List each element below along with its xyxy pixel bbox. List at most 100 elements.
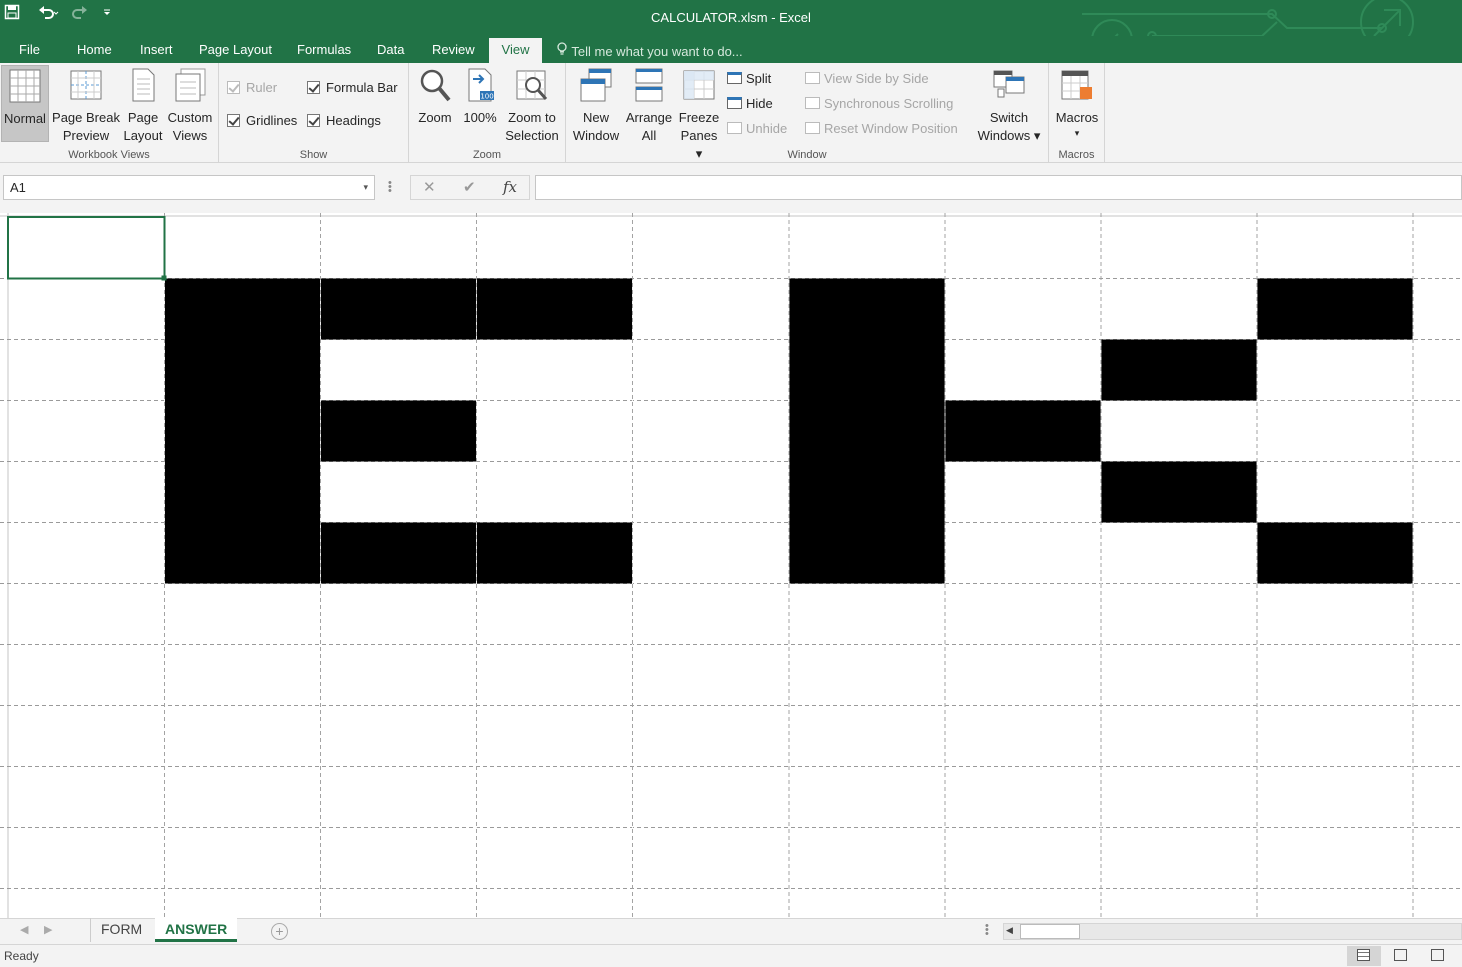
normal-view-button[interactable]: Normal	[1, 65, 49, 142]
insert-function-icon[interactable]: fx	[503, 178, 517, 196]
view-side-by-side-label: View Side by Side	[824, 71, 929, 86]
group-zoom: Zoom 100 100% Zoom to Selection Zoom	[409, 63, 566, 163]
ruler-checkbox[interactable]: Ruler	[227, 80, 277, 95]
sheet-tab-form[interactable]: FORM	[90, 918, 152, 942]
unhide-button[interactable]: Unhide	[727, 121, 787, 136]
hide-icon	[727, 97, 742, 109]
ruler-label: Ruler	[246, 80, 278, 95]
formula-input[interactable]	[535, 175, 1462, 200]
custom-views-button[interactable]: Custom Views	[165, 65, 215, 145]
page-break-preview-button[interactable]: Page Break Preview	[51, 65, 121, 145]
name-box[interactable]: A1 ▾	[3, 175, 375, 200]
page-layout-status-button[interactable]	[1384, 946, 1418, 966]
hide-button[interactable]: Hide	[727, 96, 773, 111]
zoom-button[interactable]: Zoom	[413, 65, 457, 127]
normal-view-label: Normal	[4, 111, 46, 126]
synchronous-scrolling-button[interactable]: Synchronous Scrolling	[805, 96, 953, 111]
tab-formulas[interactable]: Formulas	[287, 38, 361, 63]
custom-views-label-1: Custom	[167, 110, 213, 125]
formula-bar-checkbox[interactable]: Formula Bar	[307, 80, 398, 95]
status-bar: Ready	[0, 944, 1462, 967]
macros-label-1: Macros	[1055, 110, 1099, 125]
chevron-down-icon[interactable]: ▾	[363, 176, 368, 199]
custom-views-label-2: Views	[172, 128, 208, 143]
new-window-button[interactable]: New Window	[568, 65, 624, 145]
switch-windows-label-2: Windows ▾	[977, 128, 1041, 143]
filled-cell	[320, 278, 477, 340]
filled-cell	[789, 400, 945, 462]
page-break-label-2: Preview	[62, 128, 110, 143]
filled-cell	[945, 400, 1101, 462]
filled-cell	[476, 278, 633, 340]
worksheet-grid[interactable]	[0, 213, 1462, 918]
zoom-100-label: 100%	[463, 110, 497, 125]
unhide-label: Unhide	[746, 121, 788, 136]
formula-bar-label: Formula Bar	[326, 80, 398, 95]
tab-split-handle-icon[interactable]: • • •	[985, 921, 989, 940]
filled-cell	[164, 400, 321, 462]
switch-windows-button[interactable]: Switch Windows ▾	[973, 65, 1045, 145]
tab-data[interactable]: Data	[367, 38, 414, 63]
hide-label: Hide	[746, 96, 773, 111]
zoom-selection-icon	[515, 67, 549, 103]
headings-checkbox[interactable]: Headings	[307, 113, 381, 128]
tab-file[interactable]: File	[9, 38, 50, 63]
normal-view-status-button[interactable]	[1347, 946, 1381, 966]
cell-grid[interactable]	[0, 213, 1462, 918]
split-button[interactable]: Split	[727, 71, 771, 86]
horizontal-scrollbar[interactable]: ◀	[1003, 923, 1462, 940]
group-workbook-views: Normal Page Break Preview Page Layout Cu…	[0, 63, 219, 163]
group-label-window: Window	[787, 149, 827, 161]
tell-me-search[interactable]: Tell me what you want to do...	[556, 42, 743, 59]
group-window: New Window Arrange All Freeze Panes ▾ Sp…	[566, 63, 1049, 163]
arrange-all-button[interactable]: Arrange All	[624, 65, 674, 145]
switch-windows-icon	[992, 67, 1026, 103]
tab-home[interactable]: Home	[67, 38, 122, 63]
tab-insert[interactable]: Insert	[130, 38, 183, 63]
zoom-to-selection-button[interactable]: Zoom to Selection	[502, 65, 562, 145]
gridlines-label: Gridlines	[246, 113, 298, 128]
filled-cell	[476, 522, 633, 584]
filled-cell	[164, 522, 321, 584]
cancel-icon[interactable]: ✕	[423, 178, 436, 196]
tell-me-text: Tell me what you want to do...	[571, 44, 743, 59]
ribbon-tabs: File Home Insert Page Layout Formulas Da…	[0, 36, 1462, 63]
enter-icon[interactable]: ✔	[463, 178, 476, 196]
tab-review[interactable]: Review	[422, 38, 485, 63]
scroll-right-icon[interactable]: ▶	[44, 923, 52, 936]
macros-button[interactable]: Macros ▾	[1053, 65, 1101, 139]
page-layout-icon	[126, 67, 160, 103]
formula-bar: A1 ▾ • • • ✕ ✔ fx	[0, 163, 1462, 213]
gridlines-checkbox[interactable]: Gridlines	[227, 113, 297, 128]
status-ready: Ready	[4, 949, 39, 963]
group-label-workbook-views: Workbook Views	[68, 149, 150, 161]
tab-page-layout[interactable]: Page Layout	[189, 38, 282, 63]
arrange-all-label-2: All	[641, 128, 657, 143]
switch-windows-label-1: Switch	[989, 110, 1029, 125]
filled-cell	[789, 339, 945, 401]
page-layout-view-button[interactable]: Page Layout	[123, 65, 163, 145]
freeze-panes-icon	[682, 67, 716, 103]
reset-window-position-button[interactable]: Reset Window Position	[805, 121, 958, 136]
zoom-100-button[interactable]: 100 100%	[459, 65, 501, 127]
add-sheet-icon[interactable]: +	[271, 923, 288, 940]
group-macros: Macros ▾ Macros	[1049, 63, 1105, 163]
zoom-100-icon-text: 100	[480, 93, 493, 101]
scroll-left-icon[interactable]: ◀	[20, 923, 28, 936]
scrollbar-thumb[interactable]	[1020, 924, 1080, 939]
scroll-left-arrow-icon[interactable]: ◀	[1006, 925, 1013, 936]
resize-handle-icon[interactable]: • • •	[388, 178, 392, 197]
split-label: Split	[746, 71, 772, 86]
page-break-status-button[interactable]	[1421, 946, 1455, 966]
sheet-tab-bar: ◀ ▶ FORM ANSWER + • • • ◀	[0, 918, 1462, 944]
tab-view[interactable]: View	[489, 38, 542, 63]
side-by-side-icon	[805, 72, 820, 84]
filled-cell	[1257, 278, 1413, 340]
sheet-tab-answer[interactable]: ANSWER	[155, 918, 238, 942]
group-label-show: Show	[299, 149, 328, 161]
page-layout-status-icon	[1394, 949, 1407, 961]
page-break-icon	[69, 67, 103, 103]
name-box-value: A1	[10, 180, 26, 195]
view-side-by-side-button[interactable]: View Side by Side	[805, 71, 929, 86]
group-show: Ruler Formula Bar Gridlines Headings Sho…	[219, 63, 409, 163]
